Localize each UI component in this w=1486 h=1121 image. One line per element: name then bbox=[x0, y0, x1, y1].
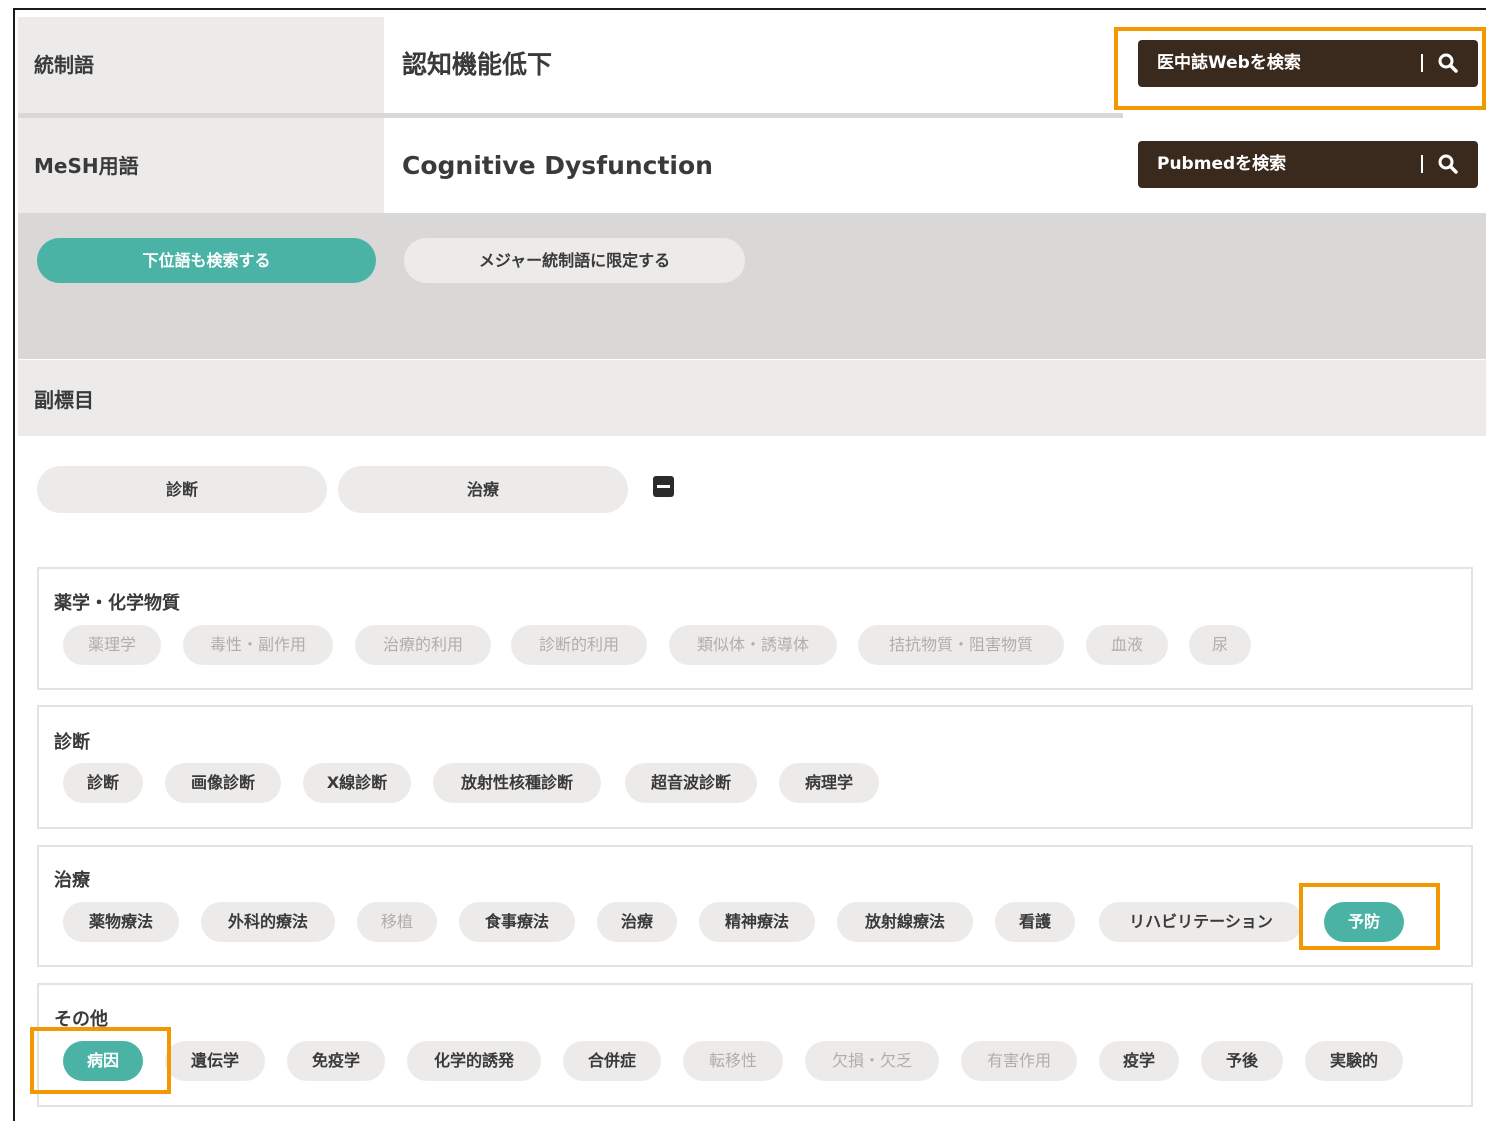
quick-subheading-diagnosis[interactable]: 診断 bbox=[37, 466, 327, 513]
tag-item[interactable]: 毒性・副作用 bbox=[183, 625, 333, 665]
tag-item[interactable]: 尿 bbox=[1189, 625, 1251, 665]
tag-item[interactable]: 外科的療法 bbox=[201, 902, 335, 942]
tag-item[interactable]: 転移性 bbox=[683, 1041, 783, 1081]
tag-item[interactable]: 疫学 bbox=[1099, 1041, 1179, 1081]
tag-item[interactable]: 血液 bbox=[1086, 625, 1168, 665]
tag-item[interactable]: 類似体・誘導体 bbox=[669, 625, 837, 665]
tag-item[interactable]: 食事療法 bbox=[459, 902, 575, 942]
subheading-group-diagnosis: 診断 診断 画像診断 X線診断 放射性核種診断 超音波診断 病理学 bbox=[37, 705, 1473, 829]
subheadings-title: 副標目 bbox=[18, 360, 1486, 436]
subheading-group-treatment: 治療 薬物療法 外科的療法 移植 食事療法 治療 精神療法 放射線療法 看護 リ… bbox=[37, 845, 1473, 967]
tag-item[interactable]: 治療 bbox=[597, 902, 677, 942]
search-icon bbox=[1438, 154, 1458, 174]
tag-item[interactable]: 精神療法 bbox=[699, 902, 815, 942]
tag-item[interactable]: 拮抗物質・阻害物質 bbox=[858, 625, 1064, 665]
include-narrower-toggle[interactable]: 下位語も検索する bbox=[37, 238, 376, 283]
mesh-term-value: Cognitive Dysfunction bbox=[385, 118, 1123, 214]
group-title: 治療 bbox=[54, 870, 90, 891]
search-options-band bbox=[18, 213, 1486, 359]
tag-item[interactable]: 薬理学 bbox=[63, 625, 161, 665]
tag-item[interactable]: 超音波診断 bbox=[625, 763, 757, 803]
tag-item[interactable]: 放射性核種診断 bbox=[433, 763, 601, 803]
tag-item[interactable]: 予後 bbox=[1201, 1041, 1283, 1081]
tag-item[interactable]: 移植 bbox=[357, 902, 437, 942]
tag-item[interactable]: X線診断 bbox=[303, 763, 411, 803]
tag-item[interactable]: 放射線療法 bbox=[837, 902, 973, 942]
subheading-group-other: その他 病因 遺伝学 免疫学 化学的誘発 合併症 転移性 欠損・欠乏 有害作用 … bbox=[37, 983, 1473, 1107]
tag-item[interactable]: リハビリテーション bbox=[1099, 902, 1303, 942]
tag-item[interactable]: 遺伝学 bbox=[165, 1041, 265, 1081]
tag-item[interactable]: 病理学 bbox=[779, 763, 879, 803]
subheading-group-pharmacology: 薬学・化学物質 薬理学 毒性・副作用 治療的利用 診断的利用 類似体・誘導体 拮… bbox=[37, 567, 1473, 690]
tag-item[interactable]: 合併症 bbox=[563, 1041, 661, 1081]
highlight-ichushi-button bbox=[1114, 27, 1486, 110]
tag-item[interactable]: 実験的 bbox=[1305, 1041, 1403, 1081]
controlled-term-value: 認知機能低下 bbox=[385, 17, 1123, 113]
tag-item[interactable]: 診断 bbox=[63, 763, 143, 803]
tag-item[interactable]: 免疫学 bbox=[287, 1041, 385, 1081]
button-divider bbox=[1421, 155, 1423, 173]
tag-item[interactable]: 欠損・欠乏 bbox=[805, 1041, 939, 1081]
tag-item[interactable]: 診断的利用 bbox=[511, 625, 647, 665]
tag-item[interactable]: 有害作用 bbox=[961, 1041, 1077, 1081]
tag-item[interactable]: 治療的利用 bbox=[355, 625, 491, 665]
tag-item[interactable]: 画像診断 bbox=[165, 763, 281, 803]
search-pubmed-label: Pubmedを検索 bbox=[1157, 154, 1287, 174]
tag-item[interactable]: 薬物療法 bbox=[63, 902, 179, 942]
collapse-minus-icon[interactable] bbox=[653, 476, 674, 497]
highlight-etiology-tag bbox=[30, 1027, 171, 1094]
major-only-toggle[interactable]: メジャー統制語に限定する bbox=[404, 238, 745, 283]
controlled-term-label: 統制語 bbox=[18, 17, 384, 113]
group-title: 診断 bbox=[54, 732, 90, 753]
group-title: 薬学・化学物質 bbox=[54, 593, 180, 614]
quick-subheading-treatment[interactable]: 治療 bbox=[338, 466, 628, 513]
tag-item[interactable]: 看護 bbox=[995, 902, 1075, 942]
search-pubmed-button[interactable]: Pubmedを検索 bbox=[1138, 141, 1478, 188]
mesh-term-label: MeSH用語 bbox=[18, 118, 384, 214]
tag-item[interactable]: 化学的誘発 bbox=[407, 1041, 541, 1081]
highlight-prevention-tag bbox=[1299, 883, 1440, 950]
